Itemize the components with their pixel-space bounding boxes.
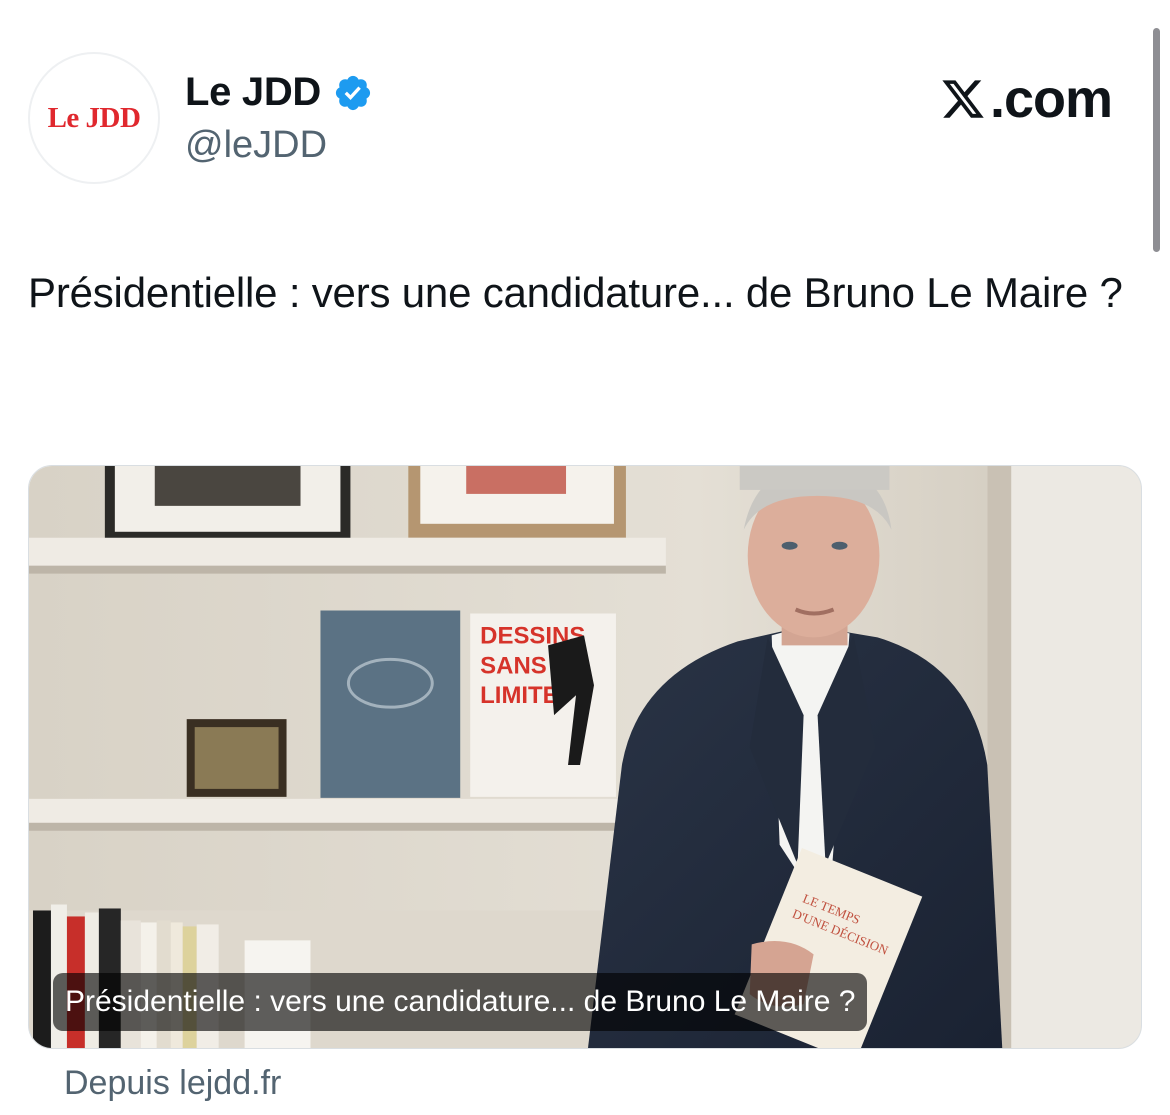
svg-text:LIMITE: LIMITE	[480, 682, 559, 709]
x-brand: .com	[939, 68, 1113, 130]
link-card[interactable]: DESSINS SANS LIMITE LE TEMPS D'UNE DÉCIS…	[28, 465, 1142, 1049]
scrollbar[interactable]	[1153, 28, 1160, 252]
card-source[interactable]: Depuis lejdd.fr	[64, 1064, 281, 1103]
x-logo-icon	[942, 80, 984, 118]
avatar-logo: Le JDD	[47, 101, 141, 134]
article-photo: DESSINS SANS LIMITE LE TEMPS D'UNE DÉCIS…	[29, 466, 1141, 1048]
svg-text:SANS: SANS	[480, 652, 547, 679]
verified-badge-icon	[335, 75, 371, 110]
tweet-header: Le JDD Le JDD @leJDD .com	[28, 52, 1128, 187]
author-name-row: Le JDD	[185, 70, 373, 115]
card-caption: Présidentielle : vers une candidature...…	[53, 973, 868, 1031]
author-handle[interactable]: @leJDD	[185, 124, 327, 167]
author-display-name[interactable]: Le JDD	[185, 70, 321, 115]
avatar[interactable]: Le JDD	[28, 52, 160, 184]
tweet-text: Présidentielle : vers une candidature...…	[28, 269, 1123, 316]
x-brand-label: .com	[989, 69, 1113, 129]
